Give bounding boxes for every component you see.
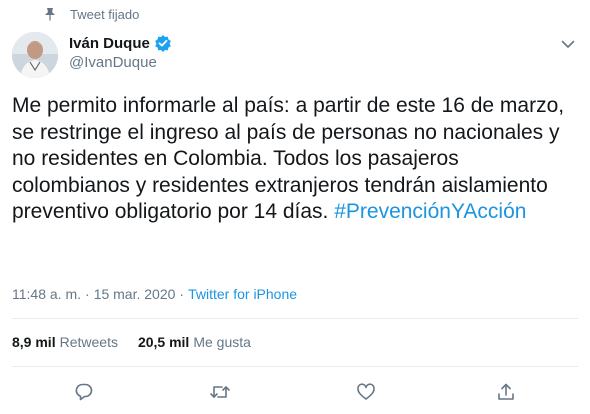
author-name[interactable]: Iván Duque bbox=[69, 35, 150, 52]
likes-label: Me gusta bbox=[193, 334, 251, 350]
share-icon[interactable] bbox=[492, 378, 520, 406]
tweet-time[interactable]: 11:48 a. m. bbox=[12, 286, 81, 302]
tweet-stats: 8,9 mil Retweets 20,5 mil Me gusta bbox=[12, 334, 271, 350]
meta-separator: · bbox=[179, 286, 185, 302]
meta-separator: · bbox=[85, 286, 90, 302]
tweet-source-link[interactable]: Twitter for iPhone bbox=[188, 286, 297, 302]
avatar[interactable] bbox=[12, 32, 58, 78]
tweet-header: Iván Duque @IvanDuque bbox=[0, 28, 590, 80]
verified-badge-icon bbox=[154, 34, 172, 52]
divider bbox=[12, 366, 578, 367]
like-icon[interactable] bbox=[352, 378, 380, 406]
author-name-row[interactable]: Iván Duque bbox=[69, 34, 172, 52]
hashtag-link[interactable]: #PrevenciónYAcción bbox=[334, 200, 526, 223]
likes-count: 20,5 mil bbox=[137, 334, 190, 350]
likes-stat[interactable]: 20,5 mil Me gusta bbox=[138, 334, 251, 350]
tweet-date[interactable]: 15 mar. 2020 bbox=[94, 286, 176, 302]
divider bbox=[12, 318, 578, 319]
tweet-text: Me permito informarle al país: a partir … bbox=[12, 93, 580, 226]
retweets-stat[interactable]: 8,9 mil Retweets bbox=[12, 334, 118, 350]
author-handle[interactable]: @IvanDuque bbox=[69, 54, 157, 71]
pinned-label: Tweet fijado bbox=[70, 7, 140, 22]
pin-icon bbox=[42, 6, 58, 22]
tweet-meta: 11:48 a. m. · 15 mar. 2020 · Twitter for iPh… bbox=[12, 286, 297, 302]
retweet-icon[interactable] bbox=[206, 378, 234, 406]
reply-icon[interactable] bbox=[70, 378, 98, 406]
retweets-count: 8,9 mil bbox=[12, 334, 56, 350]
retweets-label: Retweets bbox=[59, 334, 118, 350]
chevron-down-icon[interactable] bbox=[558, 34, 578, 54]
tweet-actions bbox=[0, 378, 590, 406]
